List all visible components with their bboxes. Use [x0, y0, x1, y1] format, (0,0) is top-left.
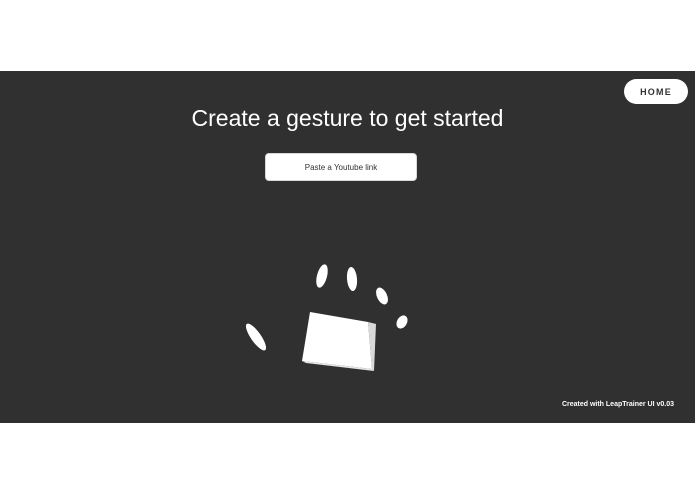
- pinky-finger: [396, 315, 408, 329]
- credit-text: Created with LeapTrainer UI v0.03: [561, 401, 674, 408]
- middle-finger: [346, 267, 358, 291]
- thumb-finger: [245, 323, 267, 351]
- hand-gesture-icon: [245, 264, 408, 371]
- index-finger: [316, 264, 328, 288]
- gesture-stage: HOME Create a gesture to get started Cre…: [0, 71, 695, 423]
- ring-finger: [376, 287, 388, 305]
- palm: [302, 312, 376, 371]
